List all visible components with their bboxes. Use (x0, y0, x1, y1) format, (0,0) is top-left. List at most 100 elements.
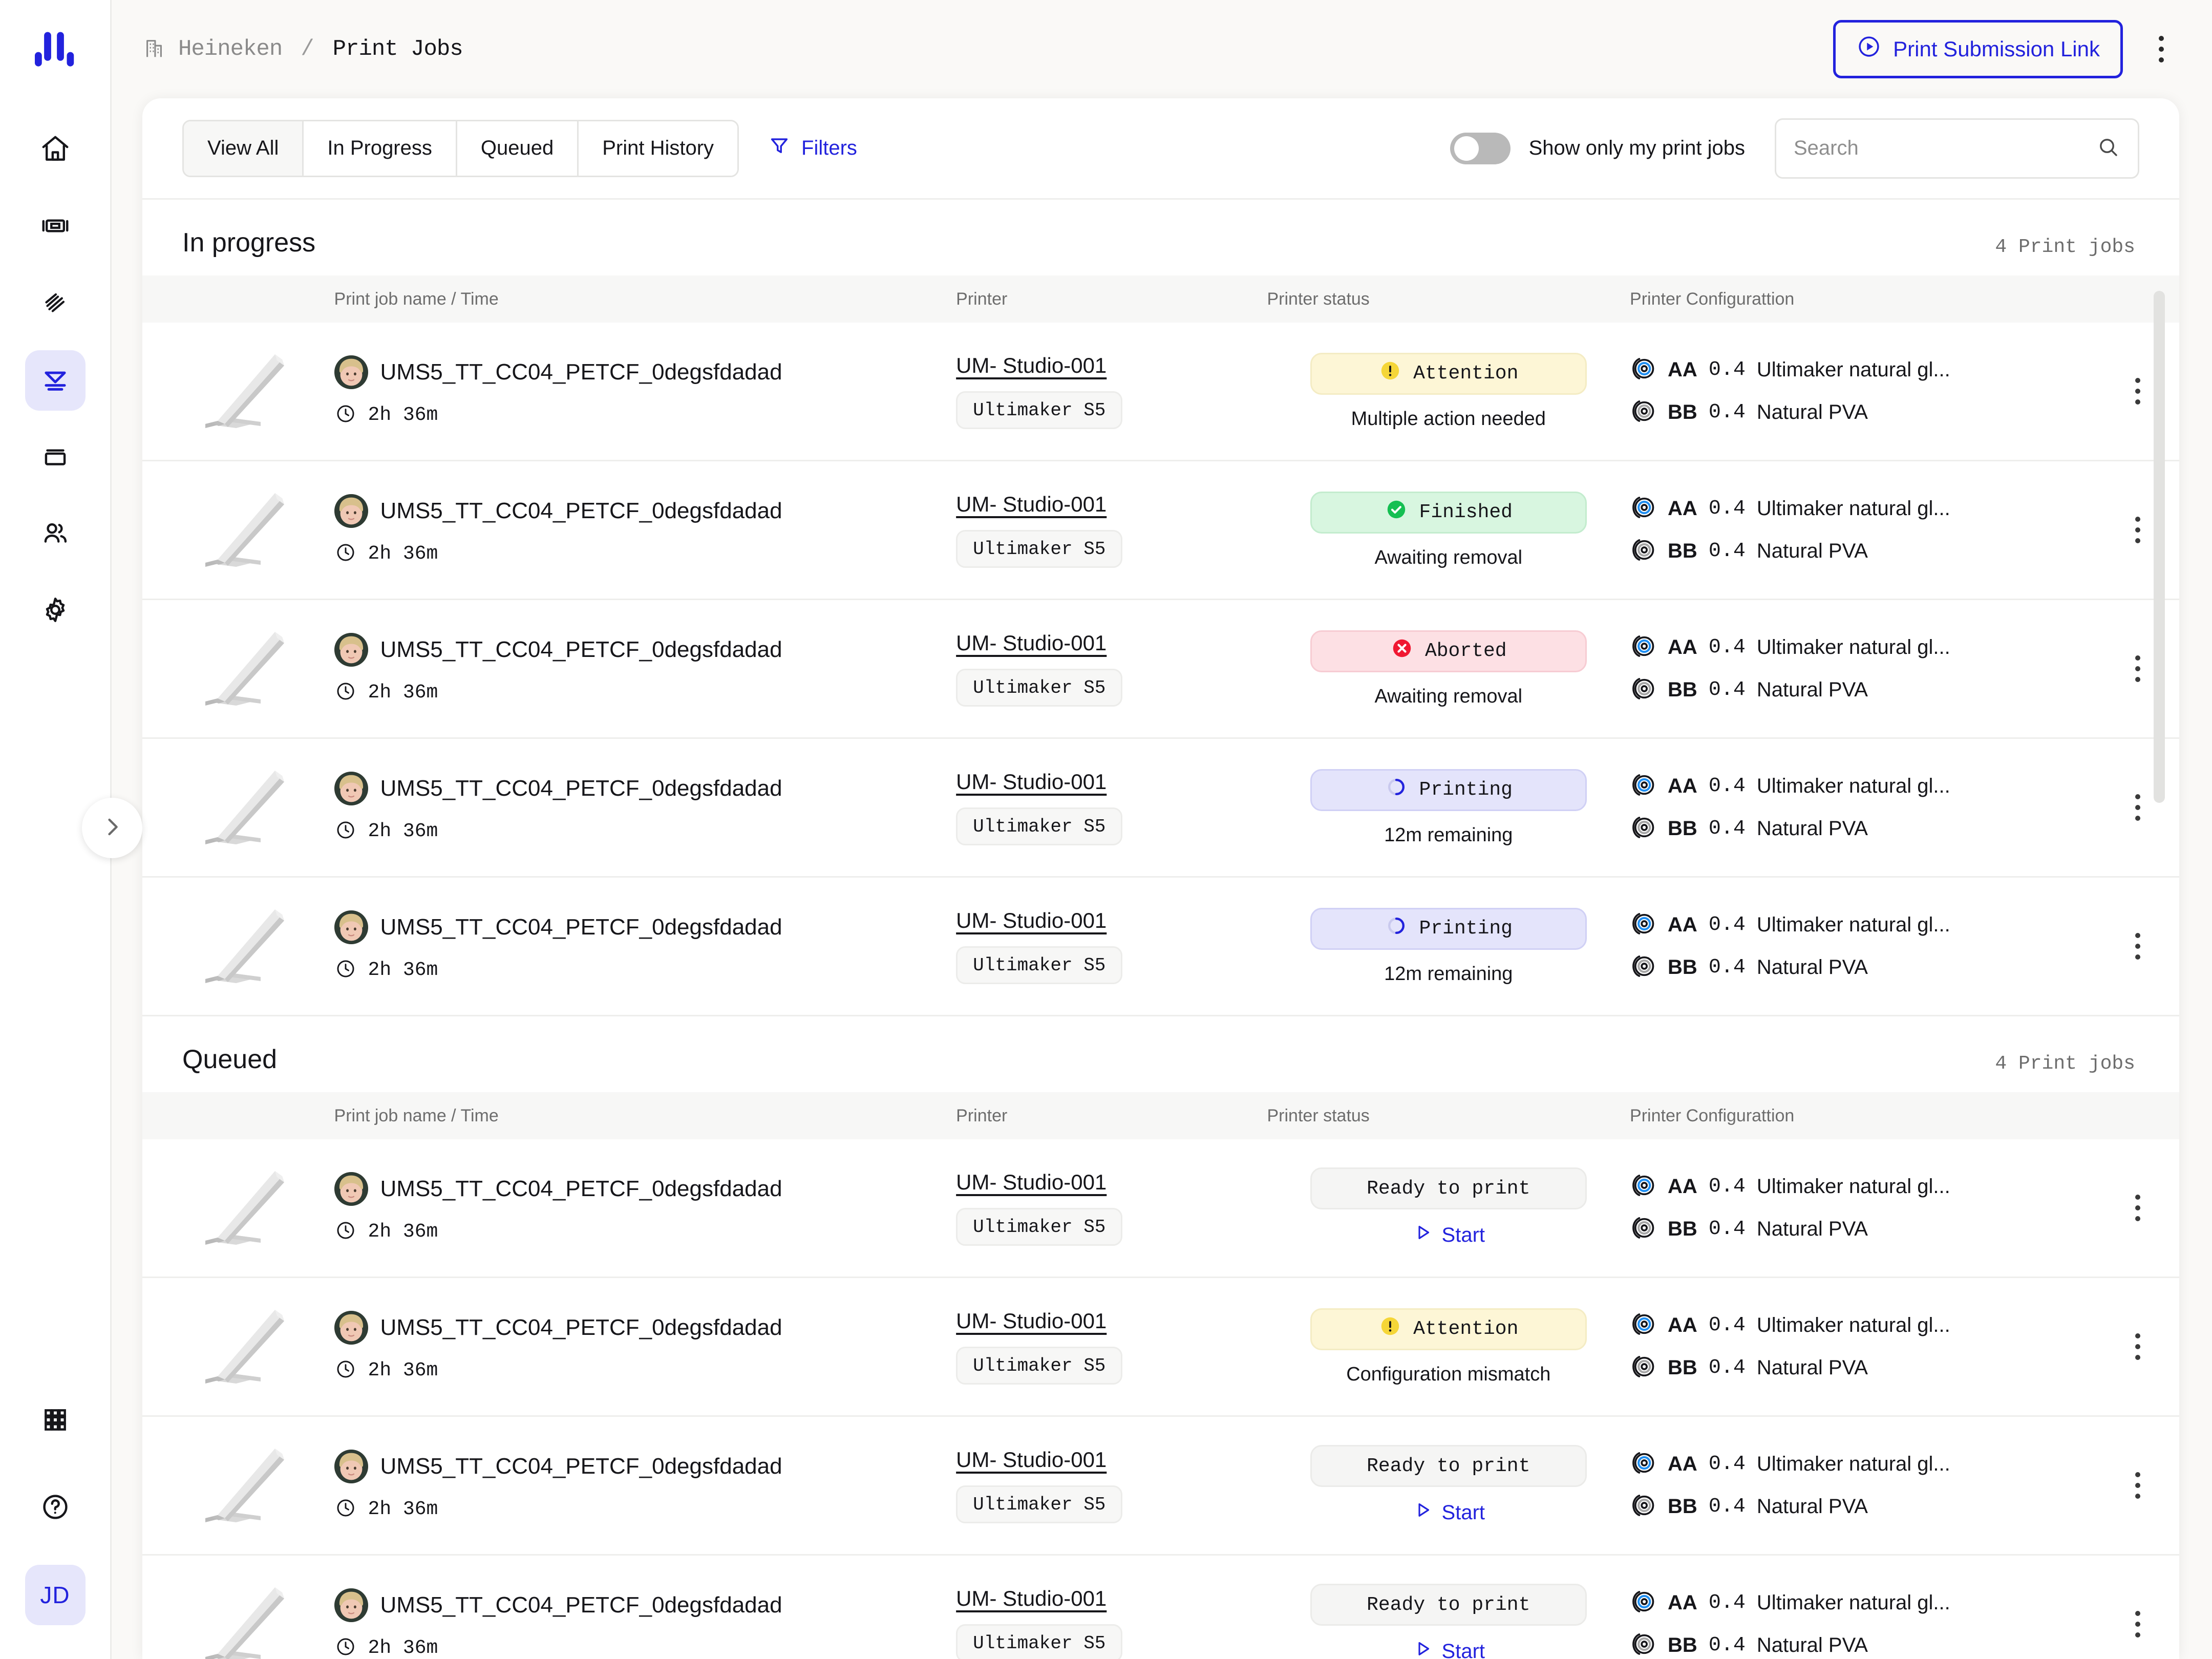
table-row[interactable]: UMS5_TT_CC04_PETCF_0degsfdadad 2h 36m UM… (142, 600, 2179, 738)
core-size: 0.4 (1708, 1453, 1746, 1476)
table-row[interactable]: UMS5_TT_CC04_PETCF_0degsfdadad 2h 36m UM… (142, 323, 2179, 461)
row-kebab-menu[interactable] (2096, 1472, 2179, 1499)
kebab-menu-icon[interactable] (2143, 29, 2179, 70)
material-name: Natural PVA (1756, 1218, 1868, 1240)
main-area: Heineken / Print Jobs Print Submission L… (112, 0, 2212, 1659)
configuration-row: BB 0.4 Natural PVA (1630, 953, 2096, 982)
print-submission-link-button[interactable]: Print Submission Link (1833, 20, 2123, 78)
status-badge-label: Attention (1413, 1318, 1519, 1340)
printer-link[interactable]: UM- Studio-001 (956, 631, 1107, 655)
cell-printer: UM- Studio-001 Ultimaker S5 (956, 600, 1267, 738)
tab-in-progress[interactable]: In Progress (304, 121, 457, 176)
printer-link[interactable]: UM- Studio-001 (956, 1309, 1107, 1333)
table-row[interactable]: UMS5_TT_CC04_PETCF_0degsfdadad 2h 36m UM… (142, 738, 2179, 877)
material-name: Natural PVA (1756, 1356, 1868, 1379)
row-kebab-menu[interactable] (2096, 1195, 2179, 1221)
breadcrumb-separator: / (301, 36, 314, 62)
sidebar-item-print-jobs[interactable] (25, 350, 86, 411)
configuration-row: BB 0.4 Natural PVA (1630, 675, 2096, 705)
filters-button[interactable]: Filters (768, 134, 857, 163)
printer-link[interactable]: UM- Studio-001 (956, 1586, 1107, 1611)
gear-icon (39, 594, 71, 628)
breadcrumb-org[interactable]: Heineken (178, 36, 283, 62)
sidebar-item-settings[interactable] (25, 581, 86, 641)
tab-queued[interactable]: Queued (457, 121, 579, 176)
exclamation-icon (1378, 359, 1402, 389)
row-kebab-menu[interactable] (2096, 1611, 2179, 1637)
status-badge: Attention (1310, 1308, 1587, 1350)
home-icon (39, 133, 71, 167)
tab-print-history[interactable]: Print History (579, 121, 738, 176)
search-box[interactable] (1775, 118, 2139, 179)
print-job-icon (39, 364, 71, 398)
row-kebab-menu[interactable] (2096, 378, 2179, 405)
core-size: 0.4 (1708, 540, 1746, 563)
clock-icon (334, 541, 357, 566)
table-row[interactable]: UMS5_TT_CC04_PETCF_0degsfdadad 2h 36m UM… (142, 461, 2179, 600)
printer-link[interactable]: UM- Studio-001 (956, 492, 1107, 517)
core-size: 0.4 (1708, 636, 1746, 659)
search-icon[interactable] (2096, 135, 2120, 162)
start-print-button[interactable]: Start (1412, 1222, 1485, 1248)
job-owner-avatar (334, 1310, 368, 1345)
model-thumbnail (205, 632, 285, 706)
material-spool-icon (1630, 772, 1656, 801)
job-owner-avatar (334, 632, 368, 667)
printer-link[interactable]: UM- Studio-001 (956, 1448, 1107, 1472)
sidebar-item-help[interactable] (25, 1478, 86, 1538)
row-kebab-menu[interactable] (2096, 1333, 2179, 1360)
cell-printer-configuration: AA 0.4 Ultimaker natural gl... BB 0.4 Na… (1630, 323, 2096, 461)
table-row[interactable]: UMS5_TT_CC04_PETCF_0degsfdadad 2h 36m UM… (142, 1416, 2179, 1555)
toggle-knob (1454, 136, 1479, 161)
core-size: 0.4 (1708, 1175, 1746, 1198)
material-spool-icon (1630, 1631, 1656, 1659)
table-row[interactable]: UMS5_TT_CC04_PETCF_0degsfdadad 2h 36m UM… (142, 1555, 2179, 1659)
cell-printer-status: Finished Awaiting removal (1267, 461, 1630, 600)
printer-link[interactable]: UM- Studio-001 (956, 1170, 1107, 1195)
sidebar-item-apps[interactable] (25, 1391, 86, 1451)
section-in-progress: In progress 4 Print jobs Print job name … (142, 200, 2179, 1016)
job-duration: 2h 36m (368, 681, 438, 704)
material-name: Ultimaker natural gl... (1756, 1591, 1950, 1614)
clock-icon (334, 1219, 357, 1244)
sidebar-item-library[interactable] (25, 427, 86, 487)
row-kebab-menu[interactable] (2096, 655, 2179, 682)
core-name: BB (1668, 1634, 1697, 1656)
core-size: 0.4 (1708, 1314, 1746, 1337)
start-print-button[interactable]: Start (1412, 1499, 1485, 1526)
table-row[interactable]: UMS5_TT_CC04_PETCF_0degsfdadad 2h 36m UM… (142, 1139, 2179, 1278)
cell-job-name: UMS5_TT_CC04_PETCF_0degsfdadad 2h 36m (334, 1278, 956, 1416)
sidebar-item-materials[interactable] (25, 273, 86, 334)
cell-printer-status: Attention Multiple action needed (1267, 323, 1630, 461)
scrollbar-thumb[interactable] (2154, 291, 2165, 803)
printer-link[interactable]: UM- Studio-001 (956, 353, 1107, 378)
scrollbar-track[interactable] (2154, 215, 2165, 1644)
status-sub-note: Configuration mismatch (1346, 1363, 1551, 1385)
user-avatar[interactable]: JD (25, 1565, 86, 1625)
cell-row-menu (2096, 738, 2179, 877)
printer-link[interactable]: UM- Studio-001 (956, 908, 1107, 933)
row-kebab-menu[interactable] (2096, 517, 2179, 543)
start-print-button[interactable]: Start (1412, 1638, 1485, 1659)
job-name-text: UMS5_TT_CC04_PETCF_0degsfdadad (380, 1453, 782, 1479)
printer-link[interactable]: UM- Studio-001 (956, 770, 1107, 794)
sidebar-item-users[interactable] (25, 504, 86, 564)
cell-job-name: UMS5_TT_CC04_PETCF_0degsfdadad 2h 36m (334, 461, 956, 600)
row-kebab-menu[interactable] (2096, 933, 2179, 960)
my-print-jobs-toggle[interactable] (1450, 132, 1511, 164)
jobs-scroll-area: In progress 4 Print jobs Print job name … (142, 200, 2179, 1659)
avatar-photo (334, 494, 368, 528)
sidebar-item-home[interactable] (25, 120, 86, 180)
table-row[interactable]: UMS5_TT_CC04_PETCF_0degsfdadad 2h 36m UM… (142, 1278, 2179, 1416)
avatar-photo (334, 1172, 368, 1206)
sidebar-collapse-toggle[interactable] (82, 798, 142, 858)
search-input[interactable] (1794, 137, 2096, 160)
material-spool-icon (1630, 1172, 1656, 1201)
sidebar-item-printers[interactable] (25, 197, 86, 257)
row-kebab-menu[interactable] (2096, 794, 2179, 821)
print-jobs-card: View All In Progress Queued Print Histor… (142, 98, 2179, 1659)
ultimaker-logo[interactable] (27, 23, 84, 80)
job-name-text: UMS5_TT_CC04_PETCF_0degsfdadad (380, 1314, 782, 1340)
table-row[interactable]: UMS5_TT_CC04_PETCF_0degsfdadad 2h 36m UM… (142, 877, 2179, 1016)
tab-view-all[interactable]: View All (184, 121, 304, 176)
